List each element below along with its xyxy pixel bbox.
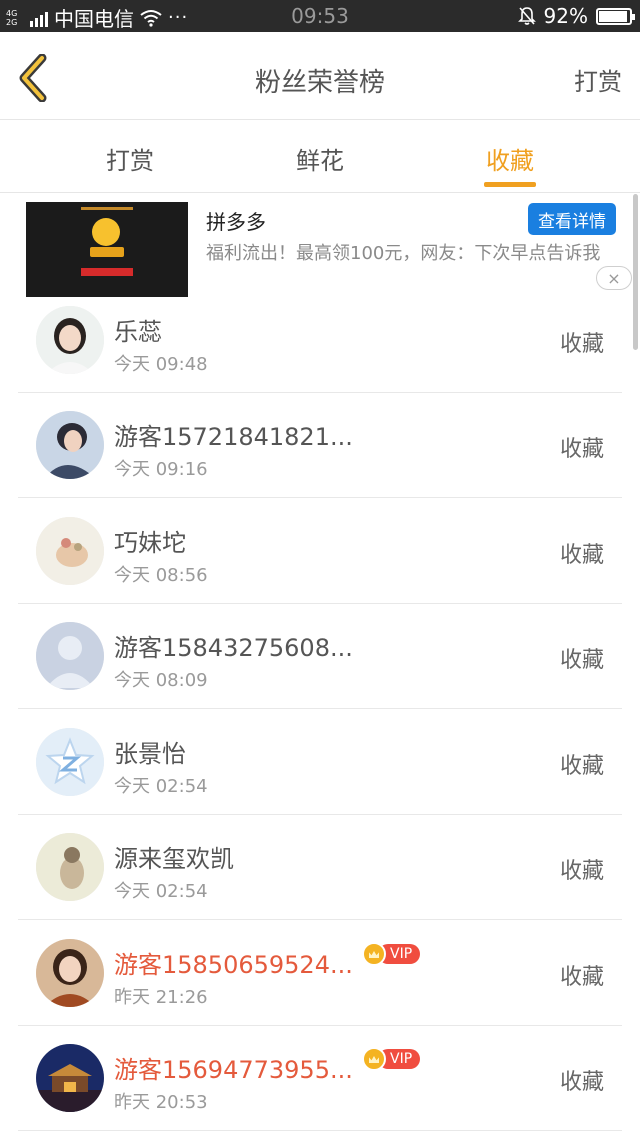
battery-fill bbox=[599, 10, 627, 22]
favorite-time: 昨天 21:26 bbox=[114, 987, 208, 1008]
title-bar: 粉丝荣誉榜 打赏 bbox=[0, 32, 640, 120]
avatar[interactable] bbox=[36, 411, 104, 479]
ad-close-icon[interactable]: × bbox=[596, 266, 632, 290]
vip-badge: VIP bbox=[362, 942, 421, 966]
user-name: 游客15843275608... bbox=[114, 634, 353, 662]
ad-image[interactable] bbox=[26, 202, 188, 297]
list-item[interactable]: 张景怡 今天 02:54 收藏 bbox=[18, 710, 622, 815]
list-item[interactable]: 游客15843275608... 今天 08:09 收藏 bbox=[18, 604, 622, 709]
user-name: 游客15721841821... bbox=[114, 423, 353, 451]
favorite-time: 今天 09:16 bbox=[114, 459, 208, 480]
tab-flowers[interactable]: 鲜花 bbox=[260, 141, 380, 176]
avatar[interactable] bbox=[36, 728, 104, 796]
action-label: 收藏 bbox=[559, 543, 604, 568]
ad-title: 拼多多 bbox=[206, 210, 266, 234]
crown-icon bbox=[362, 942, 386, 966]
avatar[interactable] bbox=[36, 939, 104, 1007]
user-name: 游客15694773955... bbox=[114, 1056, 353, 1084]
favorite-time: 昨天 20:53 bbox=[114, 1092, 208, 1113]
avatar[interactable] bbox=[36, 306, 104, 374]
mute-bell-icon bbox=[517, 7, 536, 25]
list-item[interactable]: 游客15721841821... 今天 09:16 收藏 bbox=[18, 393, 622, 498]
vip-badge: VIP bbox=[362, 1047, 421, 1071]
favorite-time: 今天 02:54 bbox=[114, 881, 208, 902]
user-name: 张景怡 bbox=[114, 740, 186, 768]
action-label: 收藏 bbox=[559, 754, 604, 779]
avatar[interactable] bbox=[36, 833, 104, 901]
status-right: 92% bbox=[517, 4, 635, 28]
battery-icon bbox=[596, 7, 635, 25]
status-bar: 4G 2G 中国电信 ··· 09:53 92% bbox=[0, 0, 640, 32]
user-name: 源来玺欢凯 bbox=[114, 845, 234, 873]
user-name: 巧妹坨 bbox=[114, 529, 186, 557]
scrollbar[interactable] bbox=[633, 194, 638, 350]
favorite-time: 今天 08:09 bbox=[114, 670, 208, 691]
list-item[interactable]: 巧妹坨 今天 08:56 收藏 bbox=[18, 499, 622, 604]
favorite-time: 今天 09:48 bbox=[114, 354, 208, 375]
avatar[interactable] bbox=[36, 622, 104, 690]
crown-icon bbox=[362, 1047, 386, 1071]
user-name: 游客15850659524... bbox=[114, 951, 353, 979]
list-item[interactable]: 乐蕊 今天 09:48 收藏 bbox=[18, 288, 622, 393]
list-item[interactable]: 游客15694773955... VIP 昨天 20:53 收藏 bbox=[18, 1026, 622, 1131]
ad-description: 福利流出！最高领100元，网友：下次早点告诉我 bbox=[206, 243, 601, 264]
battery-percent: 92% bbox=[543, 4, 588, 28]
active-tab-indicator bbox=[484, 182, 536, 187]
favorite-time: 今天 08:56 bbox=[114, 565, 208, 586]
tab-reward[interactable]: 打赏 bbox=[70, 141, 190, 176]
action-label: 收藏 bbox=[559, 859, 604, 884]
list-item[interactable]: 源来玺欢凯 今天 02:54 收藏 bbox=[18, 815, 622, 920]
tab-bar: 打赏 鲜花 收藏 bbox=[0, 121, 640, 193]
page-title: 粉丝荣誉榜 bbox=[254, 68, 385, 98]
tab-favorites[interactable]: 收藏 bbox=[450, 141, 570, 176]
avatar[interactable] bbox=[36, 517, 104, 585]
favorite-time: 今天 02:54 bbox=[114, 776, 208, 797]
avatar[interactable] bbox=[36, 1044, 104, 1112]
ad-details-button[interactable]: 查看详情 bbox=[528, 203, 616, 235]
action-label: 收藏 bbox=[559, 437, 604, 462]
list-item[interactable]: 游客15850659524... VIP 昨天 21:26 收藏 bbox=[18, 921, 622, 1026]
action-label: 收藏 bbox=[559, 1070, 604, 1095]
reward-button[interactable]: 打赏 bbox=[574, 62, 622, 97]
action-label: 收藏 bbox=[559, 332, 604, 357]
user-name: 乐蕊 bbox=[114, 318, 162, 346]
action-label: 收藏 bbox=[559, 648, 604, 673]
action-label: 收藏 bbox=[559, 965, 604, 990]
